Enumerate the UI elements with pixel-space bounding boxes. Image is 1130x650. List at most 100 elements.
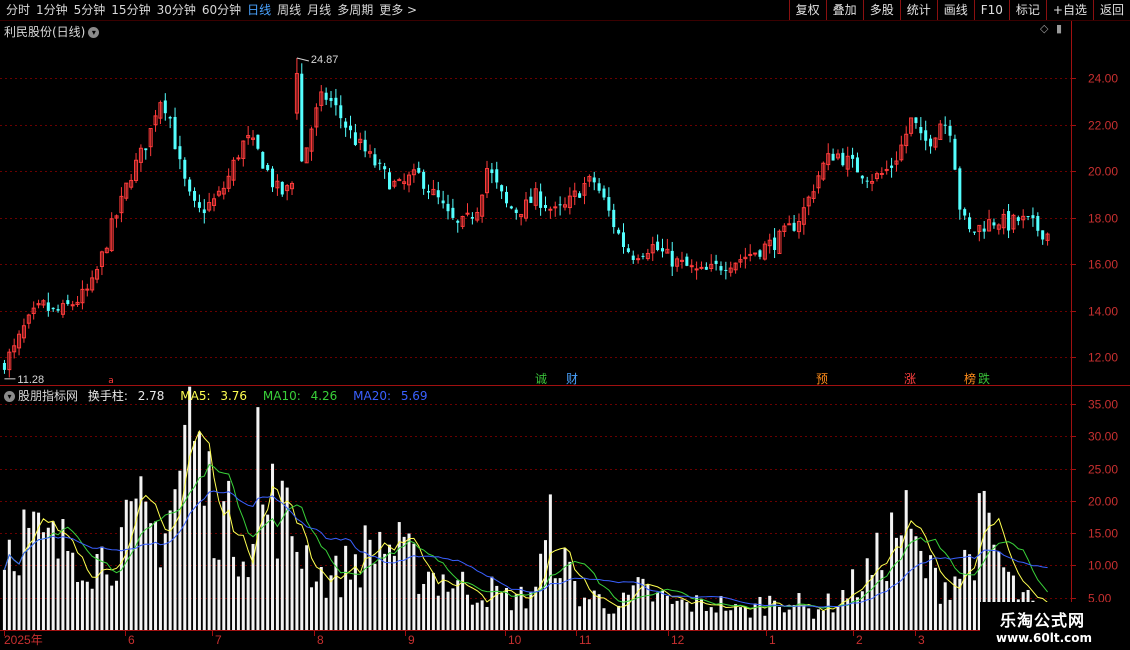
turnover-bar xyxy=(553,578,557,630)
turnover-bar xyxy=(22,509,26,630)
toolbar-button-7[interactable]: +自选 xyxy=(1045,0,1093,20)
candle-body xyxy=(197,202,201,208)
tab-period-7[interactable]: 周线 xyxy=(277,0,306,20)
candle-body xyxy=(607,197,611,211)
candle-body xyxy=(465,212,470,215)
candle-body xyxy=(704,266,708,270)
turnover-bar xyxy=(485,606,489,630)
tab-period-2[interactable]: 5分钟 xyxy=(74,0,111,20)
turnover-bar xyxy=(524,608,528,630)
candle-body xyxy=(344,121,348,128)
candle-body xyxy=(193,191,197,201)
turnover-bar xyxy=(305,545,309,630)
ma5-legend: MA5: 3.76 xyxy=(180,389,248,403)
turnover-label: 换手柱: 2.78 xyxy=(87,389,165,403)
turnover-bar xyxy=(797,593,801,630)
price-tick-label: 18.00 xyxy=(1088,212,1118,226)
turnover-bar xyxy=(183,424,187,630)
candle-body xyxy=(617,229,621,234)
turnover-bar xyxy=(402,536,406,630)
tab-period-10[interactable]: 更多 > xyxy=(379,0,422,20)
tab-period-0[interactable]: 分时 xyxy=(6,0,35,20)
turnover-bar xyxy=(80,580,84,630)
candle-body xyxy=(694,268,699,271)
turnover-bar xyxy=(914,536,918,630)
turnover-bar xyxy=(680,599,684,630)
turnover-bar xyxy=(592,590,596,630)
tab-period-6[interactable]: 日线 xyxy=(247,0,276,20)
turnover-bar xyxy=(324,597,328,630)
diamond-icon[interactable]: ◇ xyxy=(1040,22,1048,35)
tab-period-8[interactable]: 月线 xyxy=(307,0,336,20)
turnover-bar xyxy=(461,571,465,630)
window-icon[interactable]: ▮ xyxy=(1056,22,1062,35)
turnover-bar xyxy=(719,595,723,630)
candle-body xyxy=(699,266,704,269)
turnover-bar xyxy=(568,561,572,630)
turnover-bar xyxy=(846,598,850,630)
turnover-bar xyxy=(383,553,387,630)
turnover-bar xyxy=(704,610,708,630)
turnover-bar xyxy=(2,569,6,630)
candle-body xyxy=(884,168,889,171)
price-tick-label: 16.00 xyxy=(1088,258,1118,272)
event-marker: 跌 xyxy=(978,371,990,386)
toolbar-button-4[interactable]: 画线 xyxy=(936,0,974,20)
candle-body xyxy=(422,171,426,189)
toolbar-button-1[interactable]: 叠加 xyxy=(825,0,863,20)
stock-title: 利民股份(日线) xyxy=(4,25,86,39)
tab-period-9[interactable]: 多周期 xyxy=(337,0,378,20)
toolbar-button-0[interactable]: 复权 xyxy=(788,0,826,20)
turnover-bar xyxy=(66,550,70,630)
candle-body xyxy=(982,228,986,232)
turnover-bar xyxy=(431,572,435,630)
candle-body xyxy=(46,302,50,311)
turnover-bar xyxy=(441,574,445,630)
turnover-bar xyxy=(95,553,99,630)
turnover-bar xyxy=(368,539,372,630)
candle-body xyxy=(300,73,304,162)
volume-tick-label: 10.00 xyxy=(1088,559,1118,573)
candle-body xyxy=(631,255,635,260)
turnover-bar xyxy=(631,585,635,630)
price-panel-header: 利民股份(日线) ▾ xyxy=(4,23,100,40)
turnover-bar xyxy=(119,527,123,630)
turnover-bar xyxy=(626,594,630,630)
candle-body xyxy=(529,196,533,203)
turnover-bar xyxy=(875,532,879,630)
turnover-bar xyxy=(349,579,353,630)
chart-canvas[interactable]: 24.00 22.00 20.00 18.00 16.00 14.00 12.00 35.00… xyxy=(0,21,1130,650)
turnover-bar xyxy=(344,545,348,630)
turnover-bar xyxy=(232,556,236,630)
chevron-down-icon[interactable]: ▾ xyxy=(4,391,15,402)
candle-body xyxy=(758,250,762,257)
toolbar-button-5[interactable]: F10 xyxy=(973,0,1009,20)
turnover-bar xyxy=(670,603,674,630)
turnover-bar xyxy=(212,558,216,630)
toolbar-button-3[interactable]: 统计 xyxy=(899,0,937,20)
tab-period-5[interactable]: 60分钟 xyxy=(202,0,246,20)
chevron-down-icon[interactable]: ▾ xyxy=(88,27,100,38)
tab-period-3[interactable]: 15分钟 xyxy=(111,0,155,20)
ma20-legend: MA20: 5.69 xyxy=(353,389,428,403)
turnover-bar xyxy=(899,535,903,630)
toolbar-button-6[interactable]: 标记 xyxy=(1008,0,1046,20)
candle-body xyxy=(280,181,284,195)
candle-body xyxy=(831,153,835,161)
tab-period-1[interactable]: 1分钟 xyxy=(36,0,73,20)
candle-body xyxy=(173,116,177,150)
candle-body xyxy=(748,253,753,256)
tab-period-4[interactable]: 30分钟 xyxy=(157,0,201,20)
candle-body xyxy=(85,288,90,291)
toolbar-button-2[interactable]: 多股 xyxy=(862,0,900,20)
turnover-bar xyxy=(953,576,957,630)
candle-body xyxy=(548,208,553,211)
turnover-bar xyxy=(777,606,781,630)
candle-body xyxy=(929,138,933,147)
x-tick-label: 10 xyxy=(508,633,522,647)
turnover-bar xyxy=(51,521,55,630)
candle-body xyxy=(363,139,367,152)
toolbar-button-8[interactable]: 返回 xyxy=(1092,0,1130,20)
x-tick-label: 2 xyxy=(856,633,863,647)
candle-body xyxy=(1007,211,1011,231)
